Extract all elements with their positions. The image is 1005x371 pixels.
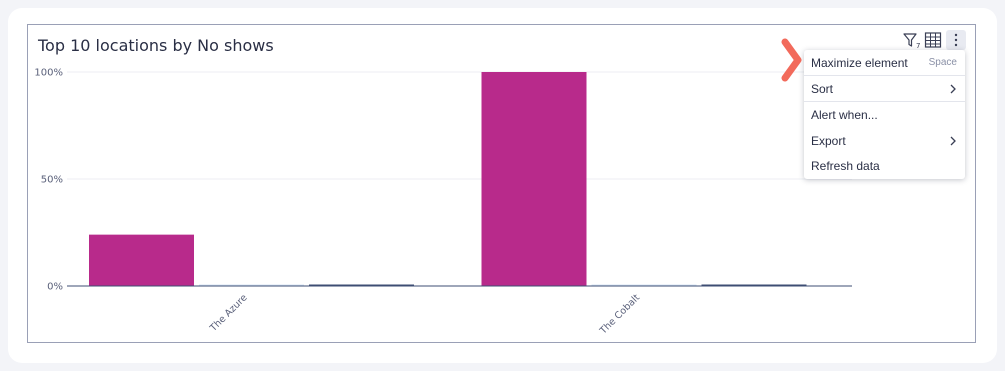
bar xyxy=(481,72,587,286)
y-tick-label: 100% xyxy=(34,68,63,79)
x-tick-label: The Azure xyxy=(207,292,249,334)
menu-item-label: Export xyxy=(811,133,846,148)
menu-item-sort[interactable]: Sort xyxy=(804,76,965,101)
menu-item-alert-when[interactable]: Alert when... xyxy=(804,102,965,127)
more-vertical-icon[interactable] xyxy=(946,30,966,50)
menu-item-maximize-element[interactable]: Maximize element Space xyxy=(804,50,965,75)
menu-item-label: Refresh data xyxy=(811,158,880,173)
filter-icon[interactable]: 7 xyxy=(902,31,920,49)
table-icon[interactable] xyxy=(924,31,942,49)
chevron-right-icon xyxy=(950,84,956,93)
menu-item-export[interactable]: Export xyxy=(804,128,965,153)
element-menu: Maximize element Space Sort Alert when..… xyxy=(804,50,965,179)
filter-count: 7 xyxy=(916,42,920,49)
menu-item-label: Sort xyxy=(811,81,834,96)
x-tick-label: The Cobalt xyxy=(597,292,642,337)
annotation-arrow-icon xyxy=(781,38,802,82)
menu-item-refresh-data[interactable]: Refresh data xyxy=(804,153,965,178)
bar xyxy=(89,234,194,286)
shortcut-label: Space xyxy=(928,57,957,68)
menu-item-label: Alert when... xyxy=(811,107,878,122)
y-tick-label: 0% xyxy=(47,282,63,293)
chevron-right-icon xyxy=(950,136,956,145)
y-tick-label: 50% xyxy=(41,175,63,186)
menu-item-label: Maximize element xyxy=(811,55,908,70)
